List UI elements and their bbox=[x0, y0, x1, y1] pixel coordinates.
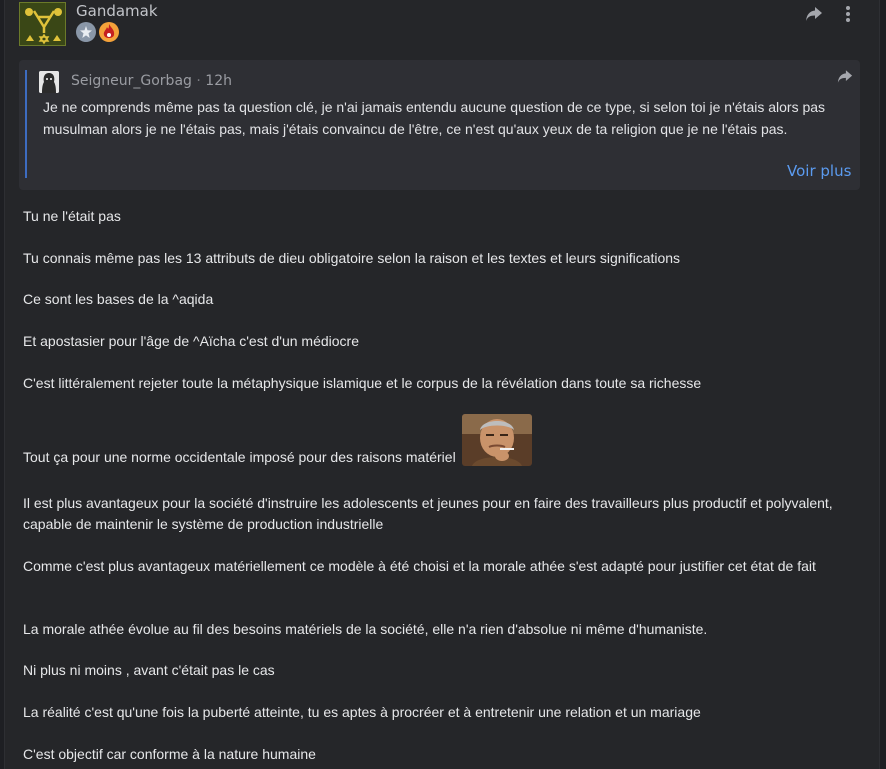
quote-author-avatar[interactable] bbox=[39, 71, 59, 93]
paragraph: La réalité c'est qu'une fois la puberté … bbox=[23, 704, 701, 720]
paragraph-with-sticker: Tout ça pour une norme occidentale impos… bbox=[23, 414, 863, 468]
paragraph: Ni plus ni moins , avant c'était pas le … bbox=[23, 662, 275, 678]
see-more-link[interactable]: Voir plus bbox=[787, 162, 851, 180]
silver-badge-icon bbox=[76, 22, 96, 42]
paragraph: Ce sont les bases de la ^aqida bbox=[23, 291, 214, 307]
quote-header: Seigneur_Gorbag · 12h bbox=[71, 73, 232, 89]
paragraph: Tu connais même pas les 13 attributs de … bbox=[23, 250, 681, 266]
quoted-message: Seigneur_Gorbag · 12h Je ne comprends mê… bbox=[19, 60, 860, 190]
quote-author-name[interactable]: Seigneur_Gorbag bbox=[71, 73, 192, 89]
fire-badge-icon bbox=[99, 22, 119, 42]
paragraph: Il est plus avantageux pour la société d… bbox=[23, 495, 833, 532]
more-vertical-icon[interactable] bbox=[843, 4, 853, 24]
quote-text: Je ne comprends même pas ta question clé… bbox=[43, 99, 826, 137]
quote-time: 12h bbox=[205, 73, 232, 89]
quote-share-arrow-icon[interactable] bbox=[837, 69, 853, 84]
paragraph: C'est littéralement rejeter toute la mét… bbox=[23, 375, 702, 391]
comment-card: Gandamak Seigneur_Gorbag · 12h Je ne com… bbox=[4, 0, 880, 769]
author-badges bbox=[76, 22, 119, 42]
author-name[interactable]: Gandamak bbox=[76, 2, 158, 20]
paragraph: Tu ne l'était pas bbox=[23, 208, 121, 224]
author-avatar[interactable] bbox=[19, 2, 66, 46]
man-smoking-sticker bbox=[461, 414, 532, 466]
paragraph-text: Tout ça pour une norme occidentale impos… bbox=[23, 449, 456, 465]
paragraph: La morale athée évolue au fil des besoin… bbox=[23, 621, 708, 637]
paragraph: Comme c'est plus avantageux matérielleme… bbox=[23, 558, 816, 574]
quote-bar bbox=[25, 70, 27, 178]
quote-separator: · bbox=[196, 73, 201, 89]
paragraph: C'est objectif car conforme à la nature … bbox=[23, 746, 316, 762]
share-arrow-icon[interactable] bbox=[805, 6, 823, 22]
paragraph: Et apostasier pour l'âge de ^Aïcha c'est… bbox=[23, 333, 359, 349]
